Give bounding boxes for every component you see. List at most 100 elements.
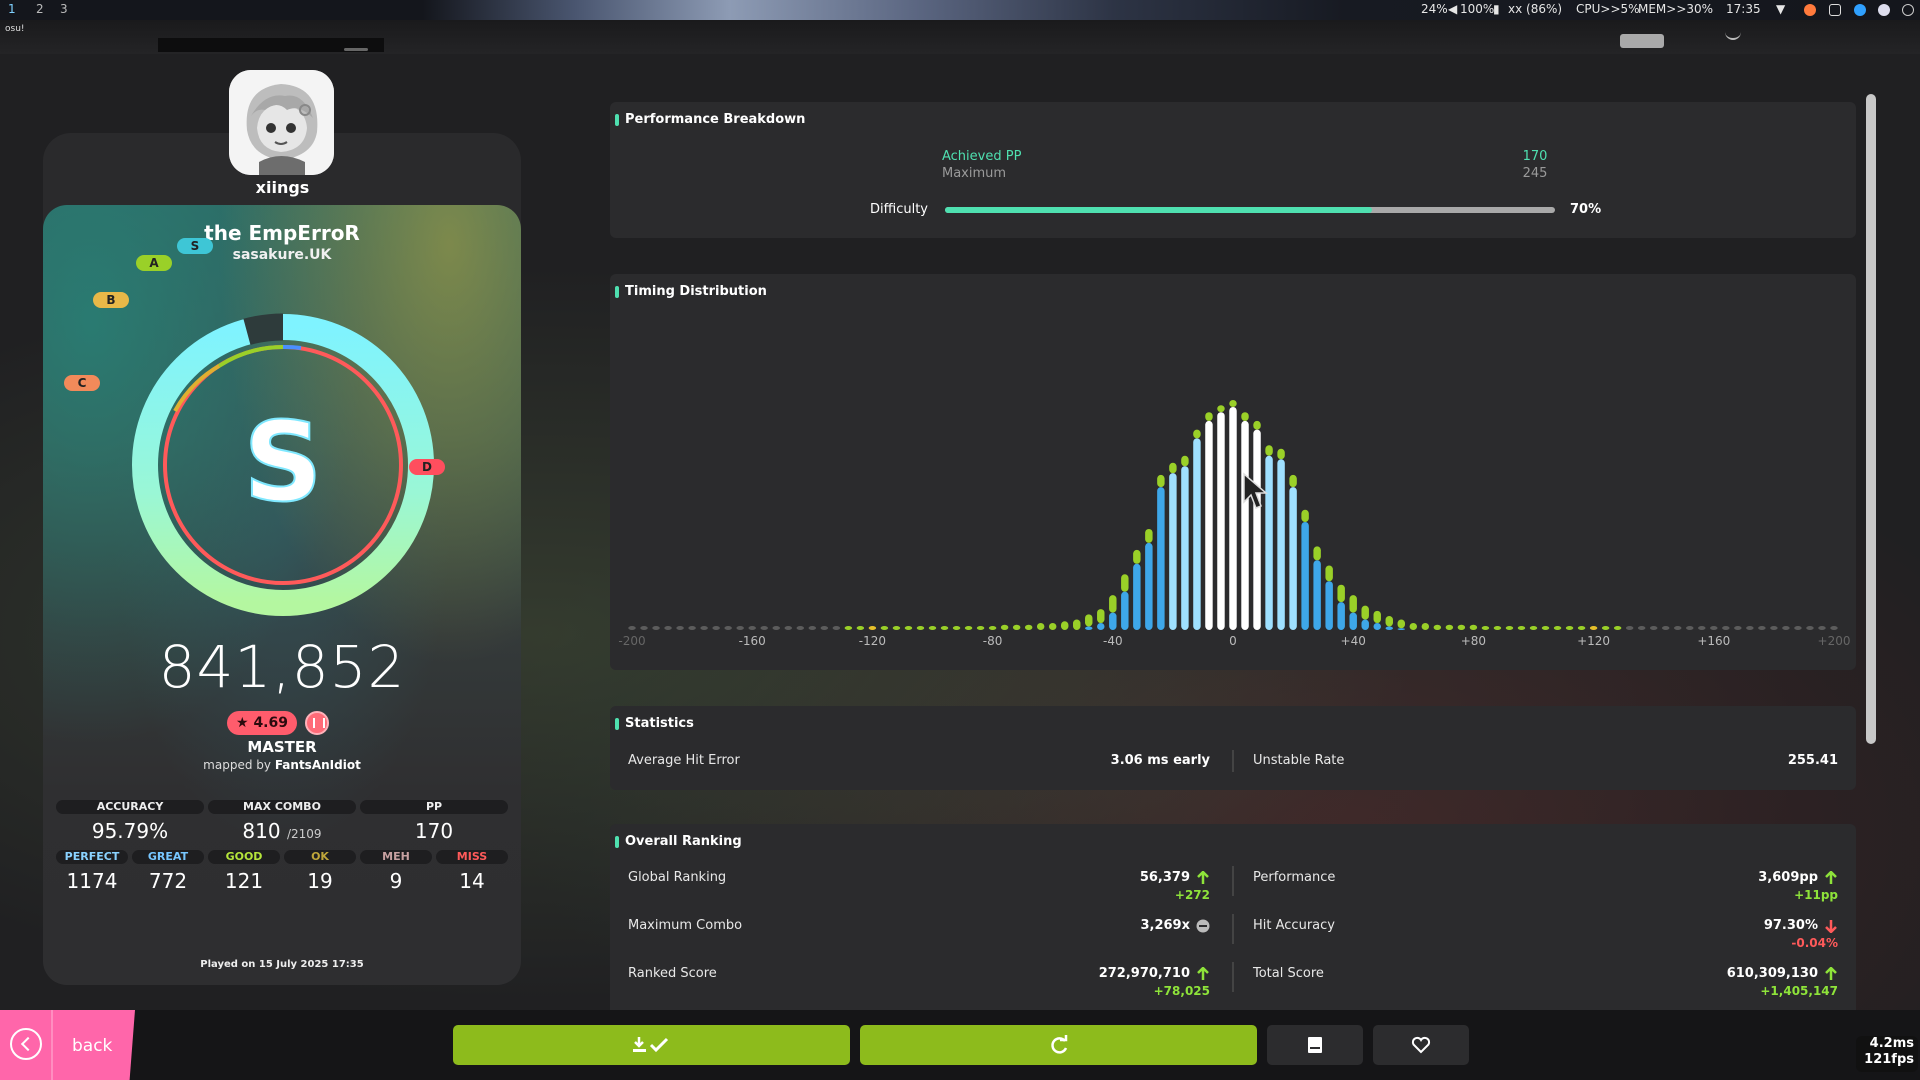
histogram-bar-offbin <box>1265 445 1273 456</box>
histogram-bar-offbin <box>1577 626 1586 630</box>
workspace-2[interactable]: 2 <box>36 2 44 16</box>
fps-counter: 4.2ms 121fps <box>1856 1036 1918 1072</box>
histogram-bar-offbin <box>1385 616 1393 627</box>
histogram-bar-offbin <box>1469 624 1478 630</box>
histogram-bar-offbin <box>1565 626 1574 630</box>
histogram-bar-hit <box>1205 420 1213 630</box>
judgement-label-meh: MEH <box>360 850 432 864</box>
favourite-button[interactable] <box>1373 1025 1469 1065</box>
histogram-bar-hit <box>1157 487 1165 630</box>
workspace-3[interactable]: 3 <box>60 2 68 16</box>
wifi-icon[interactable]: ▼ <box>1776 2 1785 16</box>
histogram-bar-offbin <box>928 626 937 630</box>
grade-marker-d: D <box>409 459 445 475</box>
unstable-rate-label: Unstable Rate <box>1253 753 1345 768</box>
histogram-bar-offbin <box>820 626 829 630</box>
histogram-bar-hit <box>1313 560 1321 630</box>
ranked-score-label: Ranked Score <box>628 966 717 981</box>
download-button[interactable] <box>453 1025 850 1065</box>
histogram-bar-hit <box>1325 581 1333 630</box>
histogram-bar-offbin <box>1818 626 1826 630</box>
histogram-bar-offbin <box>1205 412 1213 421</box>
total-score-delta: +1,405,147 <box>1760 984 1838 998</box>
browser-icon[interactable] <box>1854 4 1866 16</box>
maximum-combo-value: 3,269x <box>1140 918 1190 933</box>
difficulty-bar <box>945 207 1555 213</box>
histogram-bar-hit <box>1085 626 1093 630</box>
grade-marker-s: S <box>177 238 213 254</box>
histogram-bar-offbin <box>1541 626 1550 630</box>
histogram-bar-offbin <box>1481 626 1490 630</box>
back-label[interactable]: back <box>72 1036 112 1056</box>
replay-notes-button[interactable] <box>1267 1025 1363 1065</box>
histogram-bar-offbin <box>1722 626 1730 630</box>
stat-values: 95.79% 810 /2109 170 <box>56 819 508 843</box>
histogram-bar-offbin <box>892 626 901 630</box>
results-scrollbar[interactable] <box>1866 94 1876 744</box>
judgement-label-perfect: PERFECT <box>56 850 128 864</box>
performance-breakdown-title: Performance Breakdown <box>615 112 805 127</box>
histogram-bar-offbin <box>1782 626 1790 630</box>
histogram-bar-offbin <box>1085 614 1093 627</box>
histogram-bar-offbin <box>1060 621 1069 630</box>
judgement-count-miss: 14 <box>459 869 485 893</box>
mod-icon[interactable] <box>305 711 329 735</box>
x-tick-label: +80 <box>1460 634 1487 648</box>
avatar-image <box>229 70 334 175</box>
x-tick-label: +120 <box>1577 634 1611 648</box>
histogram-bar-hit <box>1193 438 1201 630</box>
firefox-icon[interactable] <box>1804 4 1816 16</box>
pp-label: PP <box>360 800 508 814</box>
judgement-values: 1174 772 121 19 9 14 <box>56 869 508 893</box>
total-score: 841,852 <box>158 633 406 701</box>
song-title: the EmpErroR <box>204 221 360 245</box>
histogram-bar-offbin <box>1445 624 1454 630</box>
histogram-bar-offbin <box>1289 474 1297 488</box>
difficulty-percent: 70% <box>1570 202 1602 217</box>
hit-accuracy-label: Hit Accuracy <box>1253 918 1335 933</box>
cpu-status: CPU>>5% <box>1576 2 1640 16</box>
histogram-bar-offbin <box>1661 626 1670 630</box>
judgement-label-great: GREAT <box>132 850 204 864</box>
power-icon[interactable] <box>1902 4 1914 16</box>
histogram-bar-offbin <box>1217 405 1225 413</box>
mapper-name[interactable]: FantsAnIdiot <box>275 758 361 772</box>
histogram-bar-offbin <box>1674 626 1682 630</box>
avatar[interactable] <box>229 70 334 175</box>
workspace-1[interactable]: 1 <box>8 2 16 16</box>
histogram-bar-hit <box>1277 459 1285 630</box>
histogram-bar-offbin <box>952 626 961 630</box>
volume-status: 100% <box>1460 2 1495 16</box>
histogram-bar-offbin <box>1241 412 1249 421</box>
histogram-bar-hit <box>1337 602 1345 630</box>
retry-icon <box>1051 1035 1068 1054</box>
max-combo-value: 810 /2109 <box>208 819 356 843</box>
histogram-bar-offbin <box>808 626 817 630</box>
mic-icon: ▮ <box>1493 2 1500 16</box>
back-arrow-icon[interactable] <box>10 1028 42 1060</box>
histogram-bar-offbin <box>700 626 708 630</box>
judgement-count-great: 772 <box>148 869 188 893</box>
histogram-bar-offbin <box>1397 619 1406 629</box>
maximum-combo-label: Maximum Combo <box>628 918 743 933</box>
histogram-bar-offbin <box>1770 626 1778 630</box>
x-tick-label: -80 <box>982 634 1003 648</box>
steam-icon[interactable] <box>1878 4 1890 16</box>
header-toggle[interactable] <box>1620 34 1664 48</box>
histogram-bar-offbin <box>772 626 780 630</box>
histogram-bar-offbin <box>1193 429 1201 439</box>
score-card: the EmpErroR sasakure.UK S S A B C D 841… <box>43 205 521 985</box>
histogram-bar-offbin <box>1313 546 1321 561</box>
avg-hit-error-value: 3.06 ms early <box>1110 753 1210 768</box>
retry-button[interactable] <box>860 1025 1257 1065</box>
histogram-bar-offbin <box>688 626 696 630</box>
histogram-bar-offbin <box>748 626 756 630</box>
judgement-count-meh: 9 <box>389 869 403 893</box>
stat-divider <box>1232 750 1234 772</box>
trend-up-icon <box>1197 967 1209 980</box>
song-artist: sasakure.UK <box>232 247 332 263</box>
keyboard-icon[interactable] <box>1829 4 1841 16</box>
histogram-bar-offbin <box>1794 626 1802 630</box>
username[interactable]: xiings <box>230 178 335 197</box>
histogram-bar-offbin <box>1012 624 1021 630</box>
